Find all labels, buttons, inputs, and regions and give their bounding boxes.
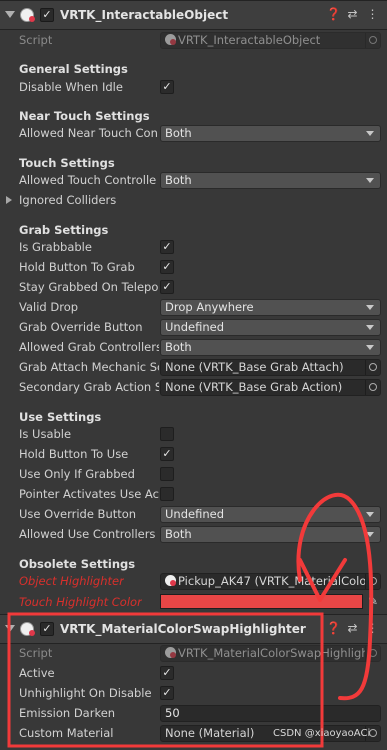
annotation-arrowhead (298, 558, 347, 602)
annotation-curve (296, 492, 374, 701)
red-annotation-overlay (7, 492, 374, 748)
annotation-box (7, 612, 324, 748)
watermark: CSDN @xiaoyaoACi (273, 728, 371, 739)
